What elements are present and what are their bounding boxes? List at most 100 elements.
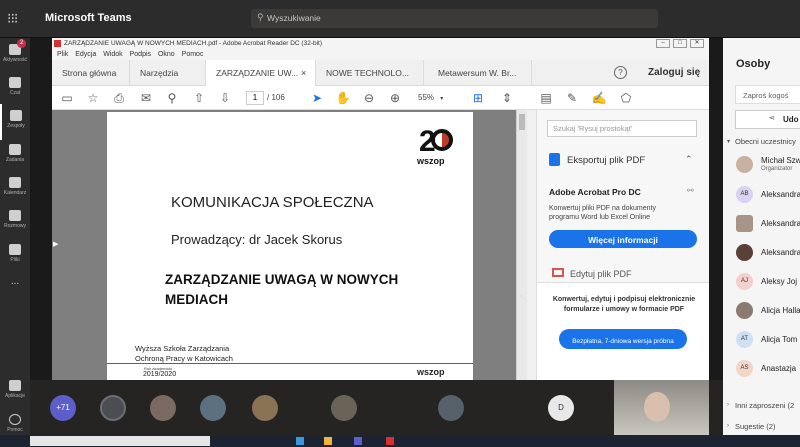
login-link[interactable]: Zaloguj się xyxy=(648,67,700,78)
participant-row[interactable]: AS Anastazja xyxy=(723,355,800,383)
free-trial-button[interactable]: Bezpłatna, 7-dniowa wersja próbna xyxy=(559,329,687,349)
tab-home[interactable]: Strona główna xyxy=(52,60,130,86)
participant-row[interactable]: Aleksandra xyxy=(723,210,800,238)
current-participants-header[interactable]: Obecni uczestnicy xyxy=(735,137,796,146)
pro-title: Adobe Acrobat Pro DC xyxy=(549,187,641,197)
comment-icon[interactable]: ▤ xyxy=(538,90,554,106)
menu-view[interactable]: Widok xyxy=(103,51,122,58)
tab-document-3[interactable]: Metawersum W. Br... xyxy=(424,60,532,86)
menu-sign[interactable]: Podpis xyxy=(130,51,151,58)
tab-close-icon[interactable]: × xyxy=(301,60,306,86)
rail-item-tasks[interactable]: Zadania xyxy=(0,138,30,174)
tab-document-2[interactable]: NOWE TECHNOLO... xyxy=(316,60,424,86)
section-chevron-icon[interactable]: ▾ xyxy=(727,138,730,145)
left-panel-arrow-icon[interactable]: ▶ xyxy=(53,240,58,248)
link-icon[interactable]: ⚯ xyxy=(687,186,694,195)
zoom-search-icon[interactable]: ⚲ xyxy=(164,90,180,106)
chevron-up-icon[interactable]: ⌃ xyxy=(685,154,693,165)
close-window-button[interactable]: ✕ xyxy=(690,39,704,48)
minimize-button[interactable]: – xyxy=(656,39,670,48)
rail-item-calls[interactable]: Rozmowy xyxy=(0,204,30,240)
participant-row[interactable]: AB Aleksandra xyxy=(723,181,800,209)
participant-row[interactable]: AJ Aleksy Joj xyxy=(723,268,800,296)
slide-divider xyxy=(107,363,473,364)
invite-input[interactable]: Zaproś kogoś xyxy=(735,85,800,104)
edit-pdf-label[interactable]: Edytuj plik PDF xyxy=(570,269,632,279)
participant-name: Aleksandra xyxy=(761,219,800,228)
tab-tools[interactable]: Narzędzia xyxy=(130,60,206,86)
participant-role: Organizator xyxy=(761,166,793,172)
help-circle-icon[interactable]: ? xyxy=(614,66,627,79)
rail-item-apps[interactable]: Aplikacje xyxy=(0,374,30,410)
maximize-button[interactable]: □ xyxy=(673,39,687,48)
participant-video-thumb[interactable] xyxy=(331,395,357,421)
sign-icon[interactable]: ✍ xyxy=(591,90,607,106)
participant-initial-avatar[interactable]: D xyxy=(548,395,574,421)
participant-avatar xyxy=(736,215,753,232)
rail-item-teams[interactable]: Zespoły xyxy=(0,104,30,140)
participant-row[interactable]: Alicja Halla xyxy=(723,297,800,325)
participant-video-thumb[interactable] xyxy=(438,395,464,421)
participant-avatar: AB xyxy=(736,186,753,203)
people-panel: Osoby Zaproś kogoś ⋖ Udo ▾ Obecni uczest… xyxy=(723,38,800,447)
app-launcher-icon[interactable]: ⁝⁝⁝ xyxy=(7,10,18,27)
tool-search-input[interactable]: Szukaj 'Rysuj prostokąt' xyxy=(547,120,697,137)
participant-video-thumb[interactable] xyxy=(200,395,226,421)
zoom-in-icon[interactable]: ⊕ xyxy=(387,90,403,106)
participant-avatar: AT xyxy=(736,331,753,348)
export-pdf-label[interactable]: Eksportuj plik PDF xyxy=(567,155,645,166)
menu-file[interactable]: Plik xyxy=(57,51,68,58)
page-up-icon[interactable]: ⇧ xyxy=(191,90,207,106)
save-icon[interactable]: ▭ xyxy=(59,90,75,106)
suggestions-header[interactable]: Sugestie (2) xyxy=(735,422,775,431)
participant-row[interactable]: Aleksandra xyxy=(723,239,800,267)
print-icon[interactable]: ⎙ xyxy=(111,90,127,106)
tab-current-document[interactable]: ZARZĄDZANIE UW... × xyxy=(206,60,316,86)
taskbar-app-icon[interactable] xyxy=(324,437,332,445)
fill-sign-icon[interactable]: ⬠ xyxy=(618,90,634,106)
rail-item-chat[interactable]: Czat xyxy=(0,71,30,107)
participant-video-thumb[interactable] xyxy=(252,395,278,421)
participant-row[interactable]: Michał Szw Organizator xyxy=(723,151,800,179)
menu-help[interactable]: Pomoc xyxy=(182,51,204,58)
acrobat-logo-icon xyxy=(54,40,61,47)
acrobat-toolbar: ▭ ☆ ⎙ ✉ ⚲ ⇧ ⇩ 1 / 106 ➤ ✋ ⊖ ⊕ 55% ▾ ⊞ ⇕ … xyxy=(52,86,709,110)
taskbar-app-icon[interactable] xyxy=(296,437,304,445)
fit-page-icon[interactable]: ⊞ xyxy=(470,90,486,106)
help-icon xyxy=(9,414,21,425)
participant-video-thumb[interactable] xyxy=(100,395,126,421)
search-box[interactable]: ⚲ Wyszukiwanie xyxy=(251,9,658,28)
zoom-out-icon[interactable]: ⊖ xyxy=(361,90,377,106)
overflow-participants-badge[interactable]: +71 xyxy=(50,395,76,421)
taskbar-app-icon[interactable] xyxy=(354,437,362,445)
menu-edit[interactable]: Edycja xyxy=(75,51,96,58)
scroll-thumb[interactable] xyxy=(519,114,525,130)
page-number-input[interactable]: 1 xyxy=(246,91,264,105)
rail-item-activity[interactable]: Aktywność 2 xyxy=(0,38,30,74)
rail-item-calendar[interactable]: Kalendarz xyxy=(0,171,30,207)
self-video-preview[interactable] xyxy=(614,380,709,435)
more-info-button[interactable]: Więcej informacji xyxy=(549,230,697,248)
select-cursor-icon[interactable]: ➤ xyxy=(309,90,325,106)
invited-chevron-icon[interactable]: › xyxy=(727,402,729,408)
hand-tool-icon[interactable]: ✋ xyxy=(335,90,351,106)
email-icon[interactable]: ✉ xyxy=(138,90,154,106)
participant-row[interactable]: AT Alicja Tom xyxy=(723,326,800,354)
document-scrollbar[interactable] xyxy=(516,110,527,380)
phone-icon xyxy=(9,210,21,221)
scroll-mode-icon[interactable]: ⇕ xyxy=(499,90,515,106)
participant-video-thumb[interactable] xyxy=(150,395,176,421)
rail-item-files[interactable]: Pliki xyxy=(0,238,30,274)
taskbar-app-icon[interactable] xyxy=(386,437,394,445)
other-invited-header[interactable]: Inni zaproszeni (2 xyxy=(735,401,794,410)
highlight-pen-icon[interactable]: ✎ xyxy=(564,90,580,106)
page-down-icon[interactable]: ⇩ xyxy=(217,90,233,106)
suggestions-chevron-icon[interactable]: › xyxy=(727,423,729,429)
share-invite-button[interactable]: ⋖ Udo xyxy=(735,110,800,129)
bookmark-star-icon[interactable]: ☆ xyxy=(85,90,101,106)
taskbar-search-icon[interactable] xyxy=(30,436,210,446)
menu-window[interactable]: Okno xyxy=(158,51,175,58)
slide-lecturer: Prowadzący: dr Jacek Skorus xyxy=(171,232,343,247)
zoom-level-select[interactable]: 55% ▾ xyxy=(418,91,456,105)
rail-item-more[interactable]: ... xyxy=(0,274,30,310)
